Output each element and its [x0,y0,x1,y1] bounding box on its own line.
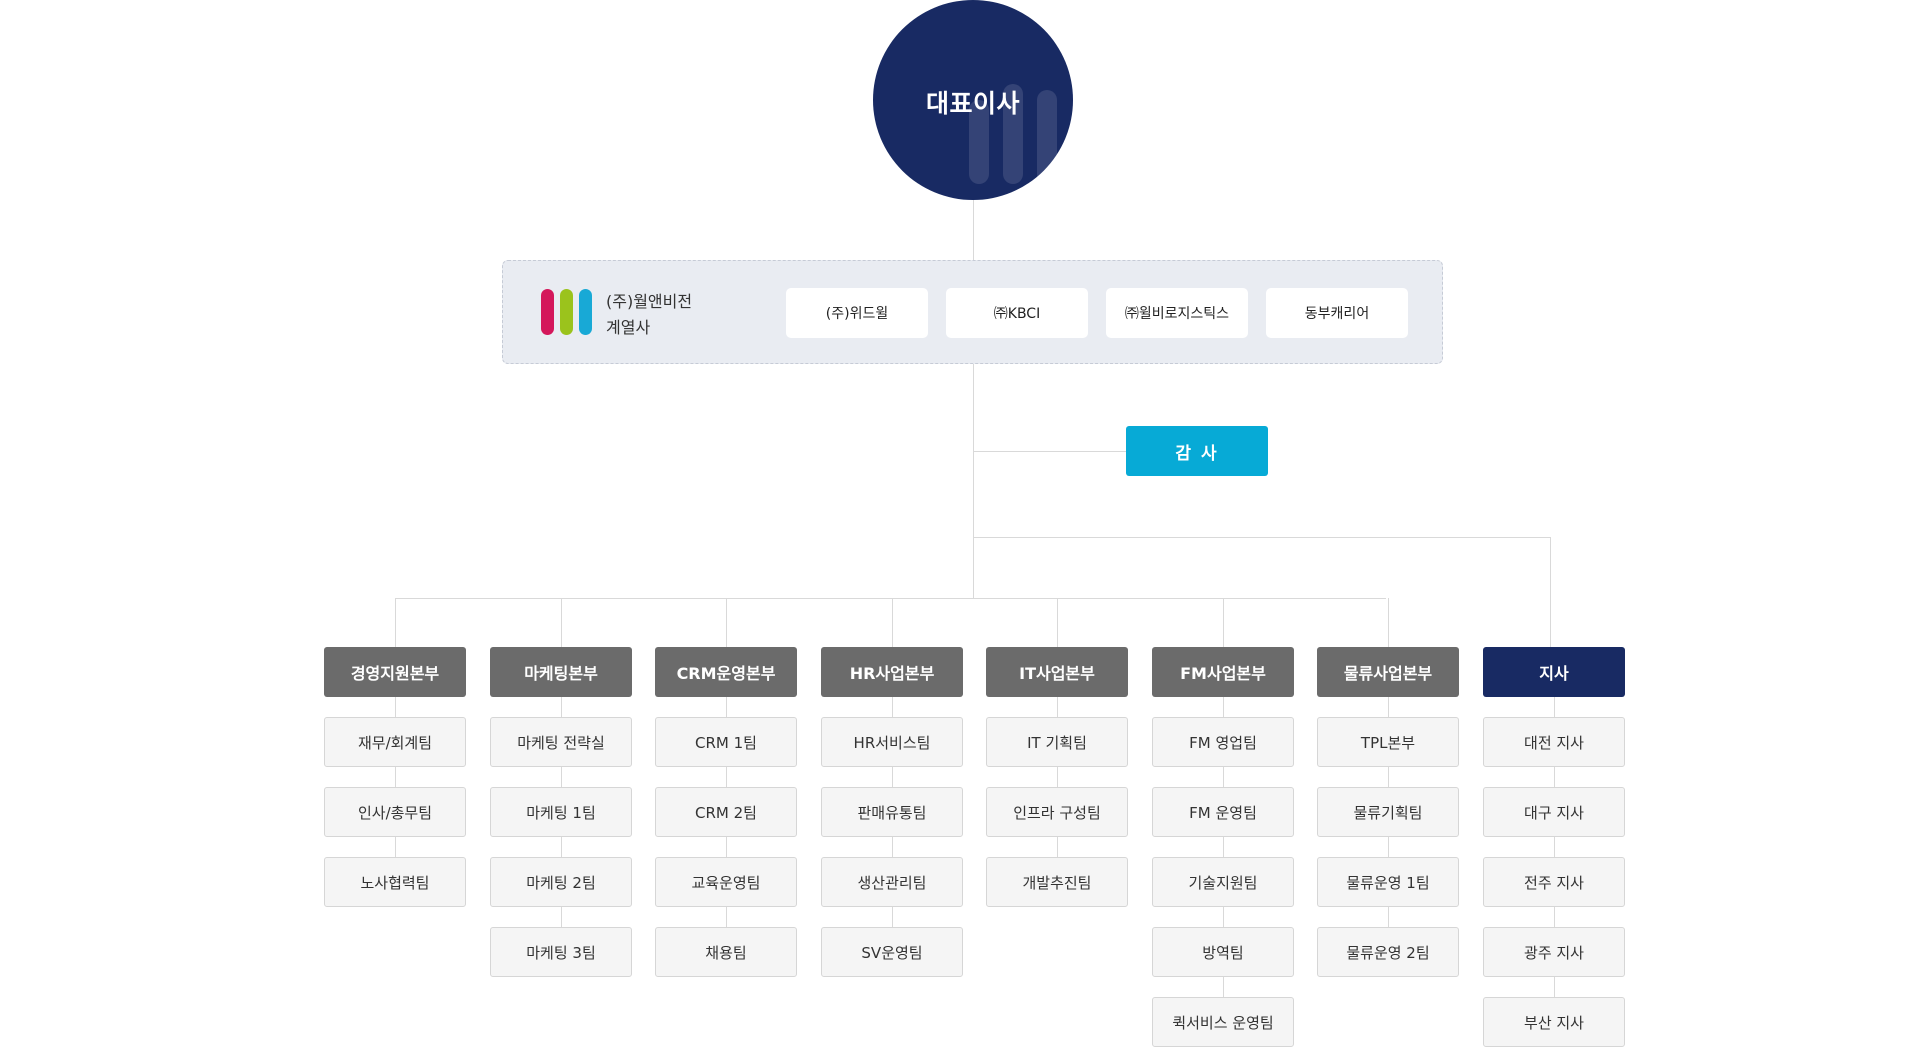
division-head: 경영지원본부 [324,647,466,697]
affiliate-chip: ㈜KBCI [946,288,1088,338]
division-drop-line [726,598,727,647]
affiliate-chip: 동부캐리어 [1266,288,1408,338]
team-box: 인프라 구성팀 [986,787,1128,837]
company-logo [541,289,593,335]
ceo-node: 대표이사 [873,0,1073,200]
division-head: IT사업본부 [986,647,1128,697]
affiliate-chip: ㈜윌비로지스틱스 [1106,288,1248,338]
team-box: TPL본부 [1317,717,1459,767]
team-box: FM 운영팀 [1152,787,1294,837]
affiliates-title: (주)월앤비전 계열사 [606,289,692,341]
division-head: CRM운영본부 [655,647,797,697]
team-box: SV운영팀 [821,927,963,977]
team-box: 인사/총무팀 [324,787,466,837]
team-box: 교육운영팀 [655,857,797,907]
division-drop-line [1388,598,1389,647]
team-box: 채용팀 [655,927,797,977]
ceo-label: 대표이사 [925,89,1020,118]
team-box: CRM 2팀 [655,787,797,837]
team-box: 대구 지사 [1483,787,1625,837]
division-drop-line [1223,598,1224,647]
division-drop-line [395,598,396,647]
team-box: 광주 지사 [1483,927,1625,977]
team-box: 부산 지사 [1483,997,1625,1047]
division-bus-line [395,598,1386,599]
affiliates-company-name: (주)월앤비전 [606,292,693,311]
division-head: 지사 [1483,647,1625,697]
team-box: IT 기획팀 [986,717,1128,767]
team-box: 마케팅 전략실 [490,717,632,767]
team-box: 개발추진팀 [986,857,1128,907]
team-box: 퀵서비스 운영팀 [1152,997,1294,1047]
branch-office-drop-line [1550,537,1551,647]
team-box: 물류기획팀 [1317,787,1459,837]
division-head: FM사업본부 [1152,647,1294,697]
branch-office-line [973,537,1551,538]
team-box: HR서비스팀 [821,717,963,767]
division-head: 물류사업본부 [1317,647,1459,697]
team-box: 대전 지사 [1483,717,1625,767]
team-box: 마케팅 2팀 [490,857,632,907]
team-box: 생산관리팀 [821,857,963,907]
team-box: 판매유통팀 [821,787,963,837]
team-box: CRM 1팀 [655,717,797,767]
affiliate-chip: (주)위드윌 [786,288,928,338]
division-drop-line [892,598,893,647]
team-box: 물류운영 2팀 [1317,927,1459,977]
team-box: 방역팀 [1152,927,1294,977]
division-head: 마케팅본부 [490,647,632,697]
audit-branch-line [973,451,1126,452]
affiliates-panel: (주)월앤비전 계열사 (주)위드윌 ㈜KBCI ㈜윌비로지스틱스 동부캐리어 [502,260,1443,364]
team-box: 기술지원팀 [1152,857,1294,907]
team-box: 전주 지사 [1483,857,1625,907]
team-box: FM 영업팀 [1152,717,1294,767]
team-box: 물류운영 1팀 [1317,857,1459,907]
division-drop-line [1057,598,1058,647]
team-box: 마케팅 3팀 [490,927,632,977]
affiliates-label: 계열사 [606,318,651,337]
team-box: 재무/회계팀 [324,717,466,767]
team-box: 노사협력팀 [324,857,466,907]
division-head: HR사업본부 [821,647,963,697]
division-drop-line [561,598,562,647]
audit-node: 감 사 [1126,426,1268,476]
team-box: 마케팅 1팀 [490,787,632,837]
